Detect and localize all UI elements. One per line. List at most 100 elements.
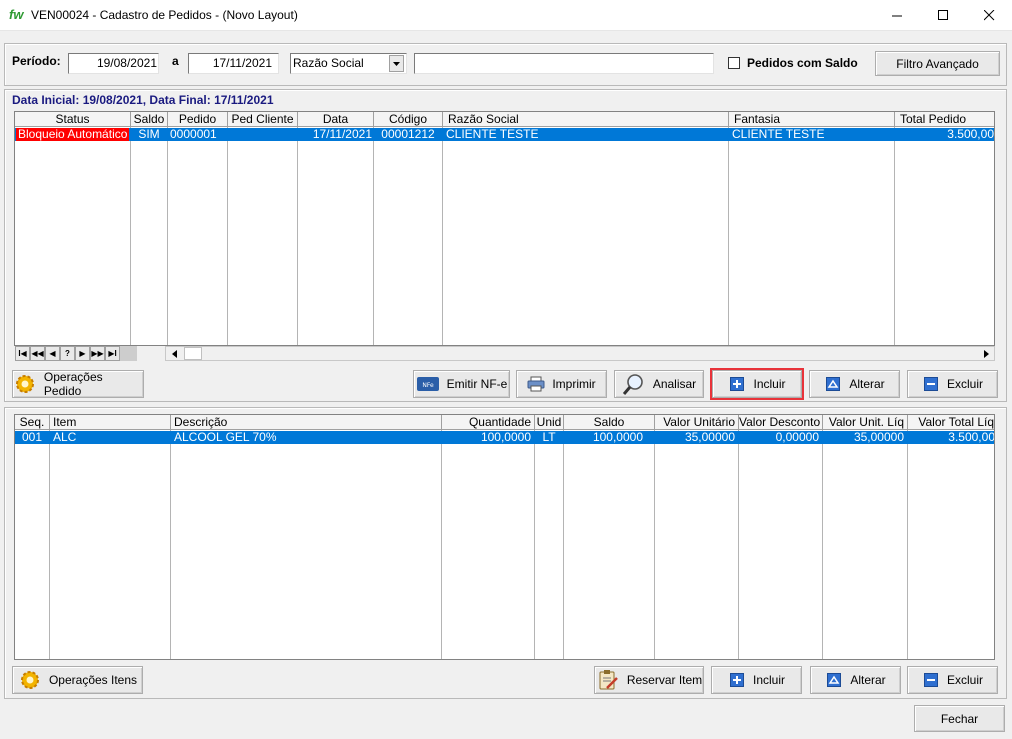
row-total-pedido-cell[interactable]: 3.500,00 [895, 128, 994, 141]
analisar-label: Analisar [652, 377, 697, 391]
col-header-valor-unitario[interactable]: Valor Unitário [655, 415, 739, 430]
nav-next-button[interactable]: ▶ [75, 346, 90, 361]
excluir-item-button[interactable]: Excluir [907, 666, 998, 694]
field-select[interactable]: Razão Social [290, 53, 407, 74]
excluir-pedido-button[interactable]: Excluir [907, 370, 998, 398]
row-razao-social-cell[interactable]: CLIENTE TESTE [443, 128, 728, 141]
reservar-item-label: Reservar Item [626, 673, 703, 687]
row-saldo-cell[interactable]: SIM [131, 128, 167, 141]
col-header-ped-cliente[interactable]: Ped Cliente [228, 112, 298, 127]
col-header-saldo[interactable]: Saldo [131, 112, 168, 127]
excluir-pedido-label: Excluir [946, 377, 983, 391]
incluir-item-button[interactable]: Incluir [711, 666, 802, 694]
nfe-document-icon: NFe [416, 372, 440, 396]
orders-grid[interactable]: Status Saldo Pedido Ped Cliente Data Cód… [14, 111, 995, 346]
col-header-unid[interactable]: Unid [535, 415, 564, 430]
nav-first-button[interactable]: I◀ [15, 346, 30, 361]
maximize-button[interactable] [920, 0, 966, 31]
minimize-button[interactable] [874, 0, 920, 31]
alterar-item-button[interactable]: Alterar [810, 666, 901, 694]
operacoes-itens-label: Operações Itens [48, 673, 138, 687]
col-header-valor-desconto[interactable]: Valor Desconto [739, 415, 823, 430]
col-header-total-pedido[interactable]: Total Pedido [895, 112, 994, 127]
incluir-pedido-button[interactable]: Incluir [710, 368, 804, 400]
row-data-cell[interactable]: 17/11/2021 [298, 128, 373, 141]
col-header-data[interactable]: Data [298, 112, 374, 127]
col-header-valor-unit-liq[interactable]: Valor Unit. Líq [823, 415, 908, 430]
reservar-item-button[interactable]: Reservar Item [594, 666, 704, 694]
scroll-right-icon[interactable] [978, 347, 994, 360]
nfe-badge-text: NFe [422, 382, 434, 389]
plus-icon [728, 375, 746, 393]
a-label: a [172, 54, 179, 68]
fechar-button[interactable]: Fechar [914, 705, 1005, 732]
alterar-pedido-label: Alterar [849, 377, 885, 391]
col-header-seq[interactable]: Seq. [15, 415, 50, 430]
app-logo-icon: fw [9, 7, 24, 22]
col-header-valor-total-liq[interactable]: Valor Total Líq [908, 415, 994, 430]
filtro-avancado-button[interactable]: Filtro Avançado [875, 51, 1000, 76]
alterar-pedido-button[interactable]: Alterar [809, 370, 900, 398]
nav-prev-page-button[interactable]: ◀◀ [30, 346, 45, 361]
item-valor-total-liq-cell[interactable]: 3.500,00 [908, 431, 994, 444]
row-ped-cliente-cell[interactable] [228, 128, 297, 141]
item-code-cell[interactable]: ALC [50, 431, 170, 444]
fechar-label: Fechar [940, 711, 979, 726]
close-icon [983, 10, 994, 21]
item-valor-unitario-cell[interactable]: 35,00000 [655, 431, 738, 444]
imprimir-button[interactable]: Imprimir [516, 370, 607, 398]
nav-prev-button[interactable]: ◀ [45, 346, 60, 361]
item-descricao-cell[interactable]: ALCOOL GEL 70% [171, 431, 441, 444]
col-header-quantidade[interactable]: Quantidade [442, 415, 535, 430]
item-valor-unit-liq-cell[interactable]: 35,00000 [823, 431, 907, 444]
date-start-input[interactable]: 19/08/2021 [68, 53, 159, 74]
minus-icon [922, 375, 940, 393]
record-navigator: I◀ ◀◀ ◀ ? ▶ ▶▶ ▶I [15, 346, 137, 361]
emitir-nfe-button[interactable]: NFe Emitir NF-e [413, 370, 510, 398]
plus-icon [728, 671, 746, 689]
items-grid[interactable]: Seq. Item Descrição Quantidade Unid Sald… [14, 414, 995, 660]
date-summary: Data Inicial: 19/08/2021, Data Final: 17… [12, 93, 274, 107]
close-button[interactable] [966, 0, 1012, 31]
pedidos-saldo-label: Pedidos com Saldo [747, 56, 858, 70]
window-title: VEN00024 - Cadastro de Pedidos - (Novo L… [31, 8, 298, 22]
item-quantidade-cell[interactable]: 100,0000 [442, 431, 534, 444]
horizontal-scrollbar[interactable] [165, 346, 995, 361]
edit-triangle-icon [825, 671, 843, 689]
gear-icon [18, 668, 42, 692]
item-saldo-cell[interactable]: 100,0000 [564, 431, 654, 444]
item-valor-desconto-cell[interactable]: 0,00000 [739, 431, 822, 444]
row-fantasia-cell[interactable]: CLIENTE TESTE [729, 128, 894, 141]
col-header-codigo[interactable]: Código [374, 112, 443, 127]
imprimir-label: Imprimir [552, 377, 596, 391]
row-pedido-cell[interactable]: 0000001 [168, 128, 227, 141]
operacoes-pedido-button[interactable]: Operações Pedido [12, 370, 144, 398]
row-codigo-cell[interactable]: 00001212 [374, 128, 442, 141]
item-unid-cell[interactable]: LT [535, 431, 563, 444]
col-header-pedido[interactable]: Pedido [168, 112, 228, 127]
date-end-input[interactable]: 17/11/2021 [188, 53, 279, 74]
operacoes-itens-button[interactable]: Operações Itens [12, 666, 143, 694]
scroll-left-icon[interactable] [166, 347, 182, 360]
col-header-descricao[interactable]: Descrição [171, 415, 442, 430]
nav-last-button[interactable]: ▶I [105, 346, 120, 361]
pedidos-saldo-checkbox[interactable] [728, 57, 740, 69]
col-header-saldo[interactable]: Saldo [564, 415, 655, 430]
col-header-razao-social[interactable]: Razão Social [443, 112, 729, 127]
col-header-item[interactable]: Item [50, 415, 171, 430]
search-input[interactable] [414, 53, 714, 74]
col-header-status[interactable]: Status [15, 112, 131, 127]
nav-next-page-button[interactable]: ▶▶ [90, 346, 105, 361]
row-status-cell[interactable]: Bloqueio Automático [16, 128, 129, 141]
analisar-button[interactable]: Analisar [614, 370, 704, 398]
col-header-fantasia[interactable]: Fantasia [729, 112, 895, 127]
minimize-icon [891, 15, 902, 17]
item-seq-cell[interactable]: 001 [15, 431, 49, 444]
dropdown-arrow-icon[interactable] [389, 55, 404, 72]
maximize-icon [937, 10, 948, 20]
clipboard-edit-icon [596, 668, 620, 692]
nav-search-button[interactable]: ? [60, 346, 75, 361]
scroll-thumb[interactable] [184, 347, 202, 360]
operacoes-pedido-label: Operações Pedido [43, 370, 103, 398]
alterar-item-label: Alterar [850, 673, 886, 687]
